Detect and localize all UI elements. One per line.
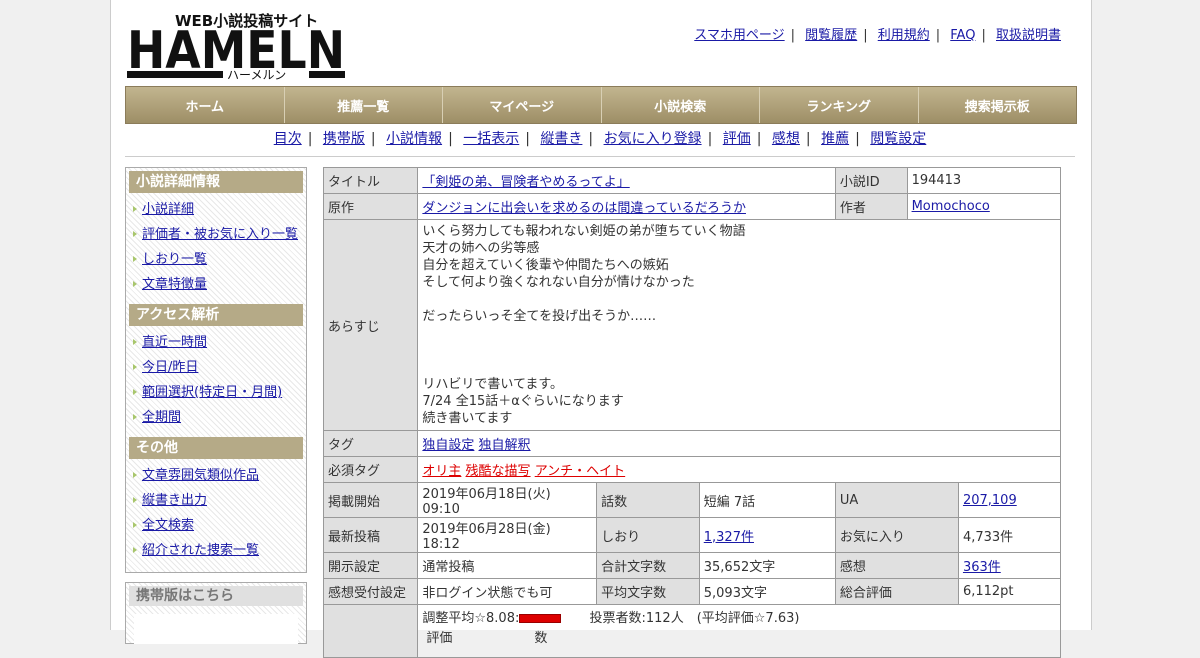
subnav-favorite[interactable]: お気に入り登録 (604, 131, 702, 147)
req-tag-link[interactable]: アンチ・ヘイト (535, 464, 625, 479)
sidebar: 小説詳細情報 小説詳細 評価者・被お気に入り一覧 しおり一覧 文章特徴量 アクセ… (125, 167, 307, 573)
subnav-all[interactable]: 一括表示 (463, 131, 519, 147)
main-nav: ホーム 推薦一覧 マイページ 小説検索 ランキング 捜索掲示板 (125, 86, 1077, 124)
tag-link[interactable]: 独自設定 (422, 438, 474, 453)
sidebar-item: 全文検索 (126, 513, 306, 538)
subnav-vertical[interactable]: 縦書き (540, 131, 582, 147)
table-row: 最新投稿 2019年06月28日(金) 18:12 しおり 1,327件 お気に… (322, 517, 1062, 553)
novel-info-table: タイトル 「剣姫の弟、冒険者やめるってよ」 小説ID 194413 原作 ダンジ… (322, 167, 1062, 658)
hameln-logo[interactable]: WEB小説投稿サイト HAMELN ハーメルン (127, 10, 347, 80)
top-link-terms[interactable]: 利用規約 (878, 28, 930, 43)
table-row: タグ 独自設定 独自解釈 (322, 430, 1061, 457)
tags: 独自設定 独自解釈 (417, 430, 1061, 457)
nav-search[interactable]: 小説検索 (601, 87, 760, 123)
subnav-info[interactable]: 小説情報 (386, 131, 442, 147)
required-tags: オリ主 残酷な描写 アンチ・ヘイト (417, 456, 1061, 483)
top-links: スマホ用ページ | 閲覧履歴 | 利用規約 | FAQ | 取扱説明書 (694, 28, 1061, 43)
novel-id: 194413 (906, 167, 1062, 194)
nav-home[interactable]: ホーム (126, 87, 285, 123)
rating-bar (519, 614, 562, 623)
sidebar-item: 文章雰囲気類似作品 (126, 463, 306, 488)
mobile-heading: 携帯版はこちら (129, 586, 303, 606)
sidebar-heading-access: アクセス解析 (129, 304, 303, 326)
top-link-smartphone[interactable]: スマホ用ページ (694, 28, 784, 43)
sidebar-item: 今日/昨日 (126, 355, 306, 380)
table-row: 調整平均☆8.08: 投票者数:112人 (平均評価☆7.63) 評価数 (322, 604, 1061, 658)
qr-area (134, 614, 298, 644)
comments-link[interactable]: 363件 (963, 560, 1001, 575)
top-link-faq[interactable]: FAQ (950, 28, 975, 43)
subnav-mobile[interactable]: 携帯版 (323, 131, 365, 147)
rating-cell: 調整平均☆8.08: 投票者数:112人 (平均評価☆7.63) 評価数 (417, 604, 1061, 658)
sidebar-heading-other: その他 (129, 437, 303, 459)
table-row: 必須タグ オリ主 残酷な描写 アンチ・ヘイト (322, 456, 1061, 483)
subnav-recommend[interactable]: 推薦 (821, 131, 849, 147)
nav-mypage[interactable]: マイページ (443, 87, 602, 123)
logo-kana: ハーメルン (227, 68, 286, 80)
sub-nav: 目次 | 携帯版 | 小説情報 | 一括表示 | 縦書き | お気に入り登録 | 評価 | 感… (273, 131, 927, 147)
page: WEB小説投稿サイト HAMELN ハーメルン スマホ用ページ | 閲覧履歴 | 利… (110, 0, 1092, 658)
top-link-history[interactable]: 閲覧履歴 (805, 28, 857, 43)
sidebar-item: 小説詳細 (126, 197, 306, 222)
voters-count: 投票者数:112人 (平均評価☆7.63) (589, 611, 800, 626)
table-row: 開示設定 通常投稿 合計文字数 35,652文字 感想 363件 (322, 552, 1062, 579)
req-tag-link[interactable]: 残酷な描写 (466, 464, 531, 479)
subnav-settings[interactable]: 閲覧設定 (870, 131, 926, 147)
req-tag-link[interactable]: オリ主 (422, 464, 461, 479)
mobile-box: 携帯版はこちら (125, 582, 307, 644)
sidebar-heading-detail: 小説詳細情報 (129, 171, 303, 193)
divider (125, 156, 1075, 157)
subnav-rate[interactable]: 評価 (723, 131, 751, 147)
sidebar-item: 縦書き出力 (126, 488, 306, 513)
sidebar-item: 全期間 (126, 405, 306, 430)
original-work-link[interactable]: ダンジョンに出会いを求めるのは間違っているだろうか (422, 201, 746, 216)
tag-link[interactable]: 独自解釈 (479, 438, 531, 453)
subnav-comment[interactable]: 感想 (772, 131, 800, 147)
sidebar-item: 紹介された捜索一覧 (126, 538, 306, 563)
nav-board[interactable]: 捜索掲示板 (918, 87, 1076, 123)
table-row: 感想受付設定 非ログイン状態でも可 平均文字数 5,093文字 総合評価 6,1… (322, 578, 1062, 605)
nav-ranking[interactable]: ランキング (760, 87, 919, 123)
sidebar-item: 直近一時間 (126, 330, 306, 355)
table-row: タイトル 「剣姫の弟、冒険者やめるってよ」 小説ID 194413 (322, 167, 1062, 194)
bookmark-link[interactable]: 1,327件 (704, 530, 754, 545)
rating-average: 調整平均☆8.08: (422, 611, 520, 626)
sidebar-item: 範囲選択(特定日・月間) (126, 380, 306, 405)
synopsis: いくら努力しても報われない剣姫の弟が堕ちていく物語 天才の姉への劣等感 自分を超… (417, 219, 1061, 431)
novel-title-link[interactable]: 「剣姫の弟、冒険者やめるってよ」 (422, 175, 629, 190)
table-row: 掲載開始 2019年06月18日(火) 09:10 話数 短編 7話 UA 20… (322, 482, 1062, 518)
ua-link[interactable]: 207,109 (963, 493, 1017, 508)
author-link[interactable]: Momochoco (912, 199, 990, 214)
top-link-manual[interactable]: 取扱説明書 (996, 28, 1061, 43)
sidebar-item: 文章特徴量 (126, 272, 306, 297)
sidebar-item: 評価者・被お気に入り一覧 (126, 222, 306, 247)
table-row: 原作 ダンジョンに出会いを求めるのは間違っているだろうか 作者 Momochoc… (322, 193, 1062, 220)
table-row: あらすじ いくら努力しても報われない剣姫の弟が堕ちていく物語 天才の姉への劣等感… (322, 219, 1061, 431)
subnav-toc[interactable]: 目次 (274, 131, 302, 147)
nav-recommend[interactable]: 推薦一覧 (284, 87, 443, 123)
sidebar-item: しおり一覧 (126, 247, 306, 272)
